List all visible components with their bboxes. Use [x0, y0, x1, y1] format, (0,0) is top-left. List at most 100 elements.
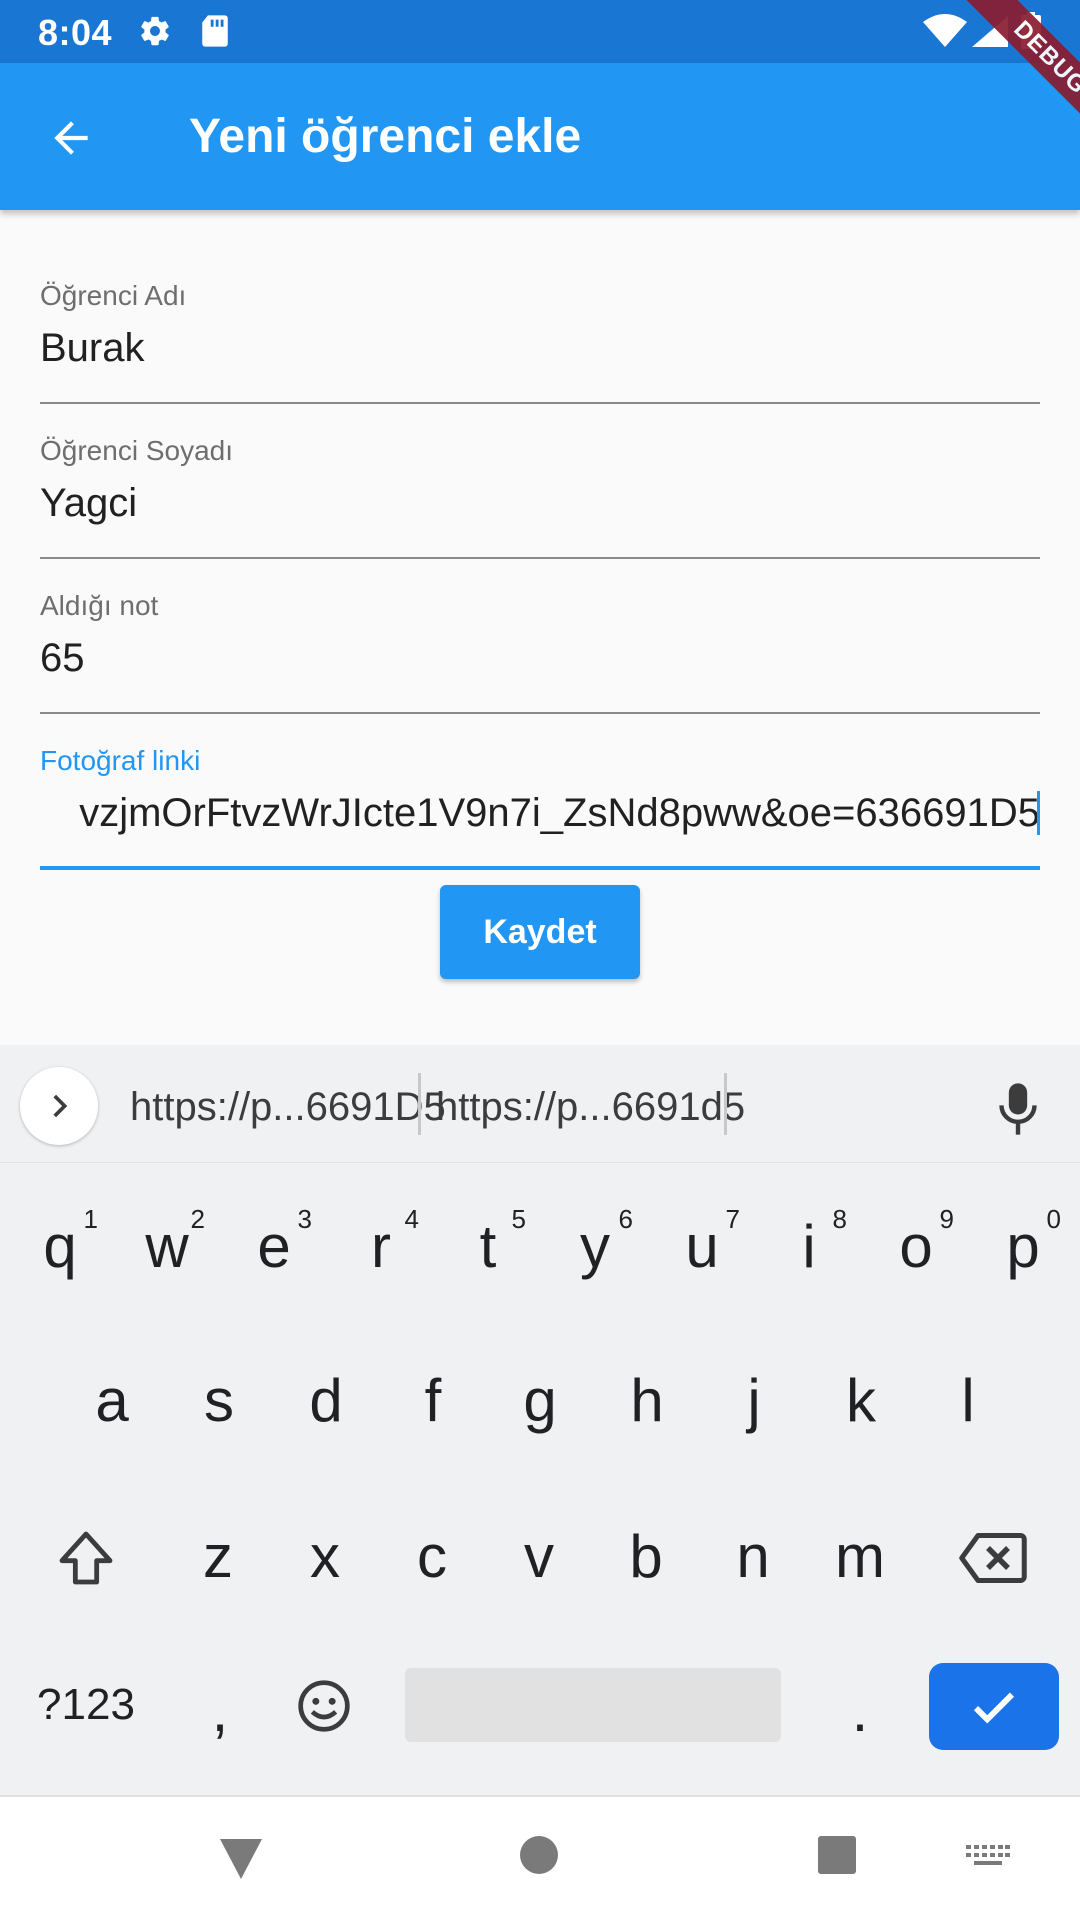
key-label: z: [203, 1523, 233, 1590]
key-h[interactable]: h: [597, 1366, 697, 1435]
emoji-icon[interactable]: [296, 1678, 352, 1734]
key-n[interactable]: n: [703, 1522, 803, 1591]
shift-icon[interactable]: [54, 1526, 118, 1590]
enter-key[interactable]: [929, 1663, 1059, 1750]
photo-link-label: Fotoğraf linki: [40, 745, 201, 776]
last-name-underline: [40, 557, 1040, 559]
key-hint: 4: [404, 1204, 419, 1234]
key-label: l: [961, 1367, 975, 1434]
expand-suggestions-button[interactable]: [20, 1067, 98, 1145]
key-k[interactable]: k: [811, 1366, 911, 1435]
key-label: x: [310, 1523, 340, 1590]
key-label: t: [479, 1213, 497, 1280]
symbols-key[interactable]: ?123: [26, 1680, 146, 1730]
photo-link-input[interactable]: vzjmOrFtvzWrJIcte1V9n7i_ZsNd8pww&oe=6366…: [40, 791, 1040, 836]
key-q[interactable]: q1: [10, 1204, 110, 1281]
chevron-right-icon: [53, 1094, 68, 1118]
key-b[interactable]: b: [596, 1522, 696, 1591]
key-hint: 9: [939, 1204, 954, 1234]
key-label: b: [629, 1523, 663, 1590]
suggestion-divider: [418, 1073, 421, 1135]
back-triangle-icon[interactable]: [218, 1837, 264, 1881]
key-v[interactable]: v: [489, 1522, 589, 1591]
key-i[interactable]: i8: [759, 1204, 859, 1281]
key-o[interactable]: o9: [866, 1204, 966, 1281]
grade-field[interactable]: Aldığı not 65: [40, 590, 1040, 714]
app-bar: Yeni öğrenci ekle: [0, 63, 1080, 210]
key-label: p: [1006, 1213, 1040, 1280]
photo-link-field[interactable]: Fotoğraf linki vzjmOrFtvzWrJIcte1V9n7i_Z…: [40, 745, 1040, 870]
microphone-icon[interactable]: [996, 1081, 1040, 1137]
key-label: j: [747, 1367, 761, 1434]
key-label: w: [145, 1213, 189, 1280]
key-label: n: [736, 1523, 770, 1590]
key-a[interactable]: a: [62, 1366, 162, 1435]
key-g[interactable]: g: [490, 1366, 590, 1435]
gear-icon: [141, 16, 169, 46]
home-circle-icon[interactable]: [519, 1835, 559, 1875]
status-bar: 8:04: [0, 0, 1080, 63]
key-label: s: [204, 1367, 234, 1434]
last-name-field[interactable]: Öğrenci Soyadı Yagci: [40, 435, 1040, 559]
key-hint: 2: [190, 1204, 205, 1234]
key-hint: 8: [832, 1204, 847, 1234]
status-time: 8:04: [38, 12, 113, 53]
key-label: h: [630, 1367, 664, 1434]
key-r[interactable]: r4: [331, 1204, 431, 1281]
key-label: o: [899, 1213, 933, 1280]
space-key[interactable]: [405, 1668, 781, 1742]
key-z[interactable]: z: [168, 1522, 268, 1591]
key-y[interactable]: y6: [545, 1204, 645, 1281]
first-name-field[interactable]: Öğrenci Adı Burak: [40, 280, 1040, 404]
key-label: m: [835, 1523, 885, 1590]
suggestion-1[interactable]: https://p...6691D5: [130, 1085, 446, 1130]
comma-key[interactable]: ,: [170, 1676, 270, 1745]
recents-square-icon[interactable]: [817, 1835, 857, 1875]
key-m[interactable]: m: [810, 1522, 910, 1591]
debug-banner: DEBUG: [920, 0, 1080, 160]
checkmark-icon: [973, 1692, 1015, 1724]
backspace-icon[interactable]: [958, 1528, 1028, 1588]
key-t[interactable]: t5: [438, 1204, 538, 1281]
debug-banner-label: DEBUG: [952, 0, 1080, 156]
navigation-bar: [0, 1795, 1080, 1922]
key-c[interactable]: c: [382, 1522, 482, 1591]
key-x[interactable]: x: [275, 1522, 375, 1591]
arrow-back-icon[interactable]: [46, 113, 96, 163]
key-s[interactable]: s: [169, 1366, 269, 1435]
page-title: Yeni öğrenci ekle: [189, 110, 582, 163]
period-key[interactable]: .: [810, 1676, 910, 1745]
key-label: r: [371, 1213, 391, 1280]
suggestion-divider: [724, 1073, 727, 1135]
key-label: a: [95, 1367, 129, 1434]
key-f[interactable]: f: [383, 1366, 483, 1435]
key-u[interactable]: u7: [652, 1204, 752, 1281]
last-name-label: Öğrenci Soyadı: [40, 435, 233, 466]
keyboard-switch-icon[interactable]: [966, 1845, 1010, 1873]
save-button[interactable]: Kaydet: [440, 885, 640, 979]
text-cursor: [1037, 791, 1040, 835]
first-name-value[interactable]: Burak: [40, 326, 1040, 371]
key-e[interactable]: e3: [224, 1204, 324, 1281]
last-name-value[interactable]: Yagci: [40, 481, 1040, 526]
sd-card-icon: [202, 15, 228, 47]
key-w[interactable]: w2: [117, 1204, 217, 1281]
first-name-underline: [40, 402, 1040, 404]
key-hint: 5: [511, 1204, 526, 1234]
key-label: c: [417, 1523, 447, 1590]
key-label: e: [257, 1213, 291, 1280]
key-label: f: [424, 1367, 442, 1434]
photo-link-value: vzjmOrFtvzWrJIcte1V9n7i_ZsNd8pww&oe=6366…: [79, 791, 1040, 835]
key-hint: 7: [725, 1204, 740, 1234]
grade-value[interactable]: 65: [40, 636, 1040, 681]
key-j[interactable]: j: [704, 1366, 804, 1435]
suggestion-2[interactable]: https://p...6691d5: [436, 1085, 745, 1130]
first-name-label: Öğrenci Adı: [40, 280, 187, 311]
key-p[interactable]: p0: [973, 1204, 1073, 1281]
key-label: k: [846, 1367, 876, 1434]
key-d[interactable]: d: [276, 1366, 376, 1435]
key-hint: 3: [297, 1204, 312, 1234]
key-label: g: [523, 1367, 557, 1434]
key-label: i: [802, 1213, 816, 1280]
key-l[interactable]: l: [918, 1366, 1018, 1435]
